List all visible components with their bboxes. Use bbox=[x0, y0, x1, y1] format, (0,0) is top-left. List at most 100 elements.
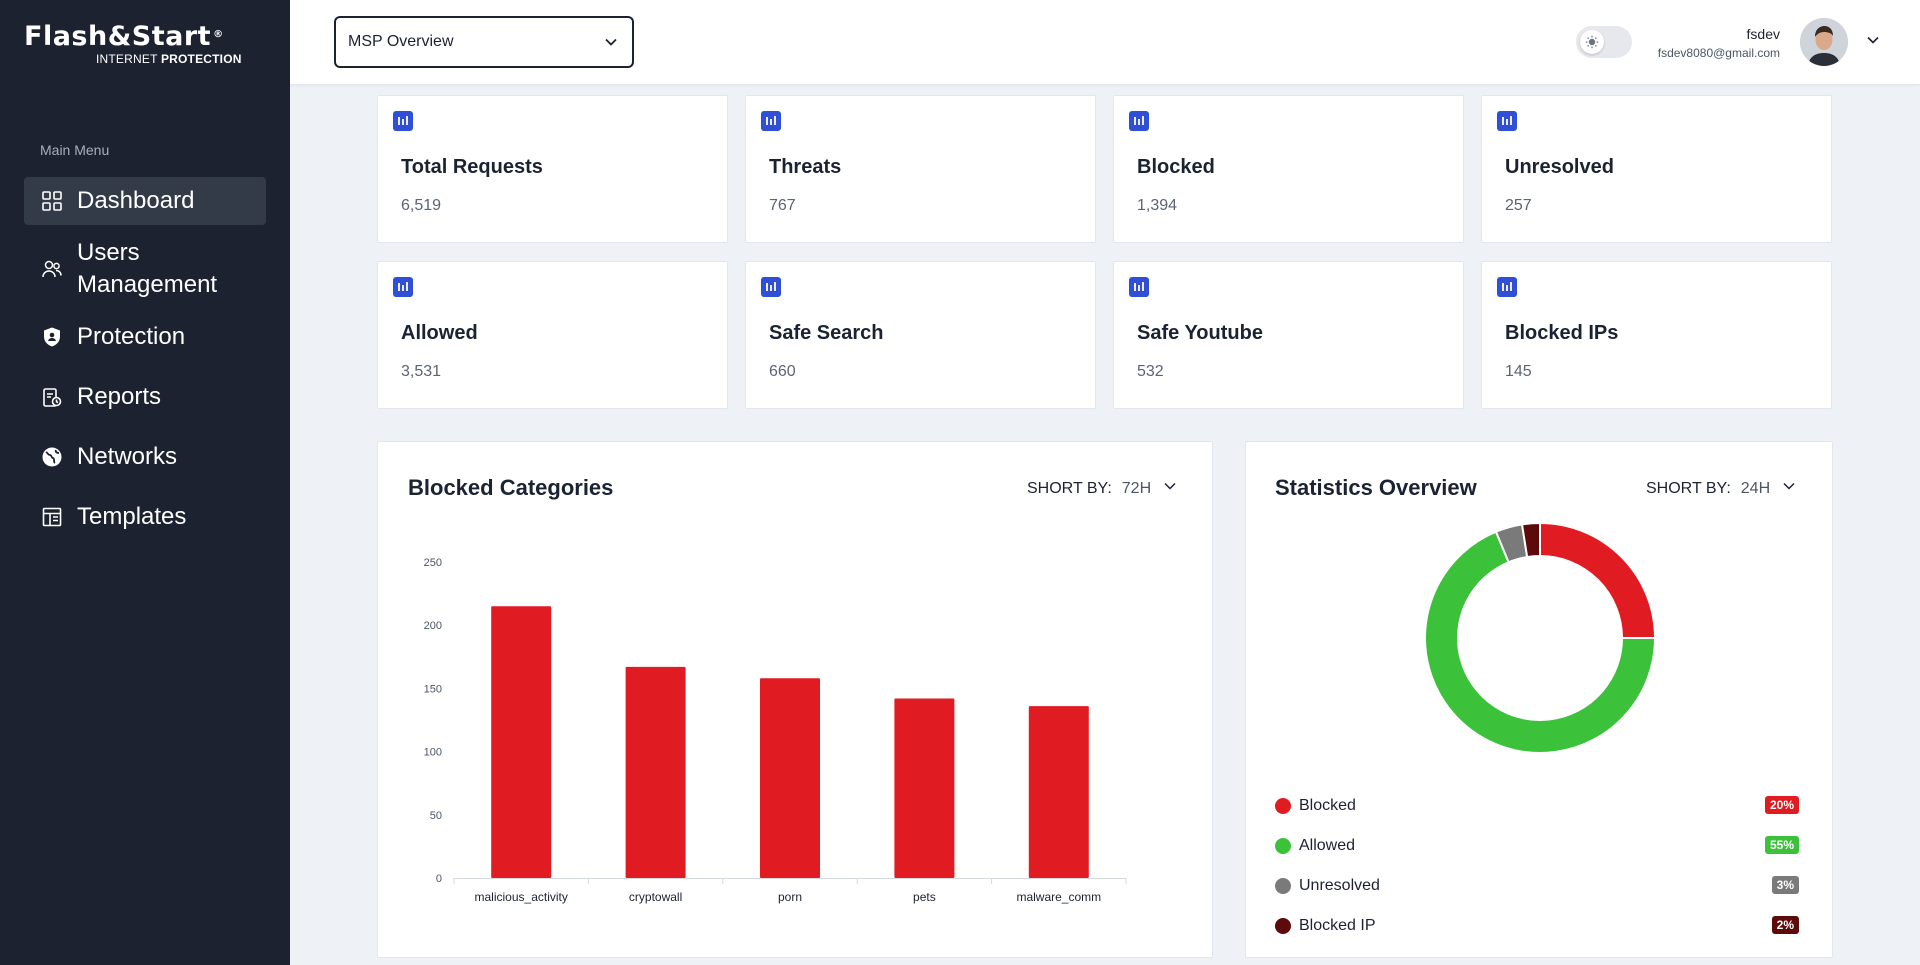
blocked-categories-chart: 0 50 100 150 200 250 malicious_activity cryptow… bbox=[424, 557, 1127, 904]
legend-dot bbox=[1275, 838, 1291, 854]
stat-value: 532 bbox=[1137, 363, 1164, 380]
bar-cryptowall[interactable] bbox=[625, 666, 686, 878]
legend-percent-badge: 3% bbox=[1771, 876, 1799, 894]
logo-wordmark: Flash&Start ® bbox=[24, 21, 224, 52]
chevron-down-icon bbox=[1782, 479, 1796, 498]
stat-title: Blocked IPs bbox=[1505, 322, 1619, 344]
chevron-down-icon bbox=[604, 35, 618, 54]
sidebar-item-label: Templates bbox=[77, 503, 187, 530]
y-tick-label: 100 bbox=[424, 747, 442, 759]
stat-title: Unresolved bbox=[1505, 156, 1614, 178]
y-tick-label: 0 bbox=[436, 873, 442, 885]
stat-card-blocked-ips[interactable]: Blocked IPs 145 bbox=[1481, 261, 1832, 409]
legend-percent-badge: 2% bbox=[1771, 916, 1799, 934]
stat-value: 1,394 bbox=[1137, 197, 1178, 214]
legend-label: Allowed bbox=[1299, 837, 1356, 854]
main-nav: Dashboard Users Management Protection Re… bbox=[24, 177, 266, 553]
stat-title: Safe Youtube bbox=[1137, 322, 1263, 344]
user-email: fsdev8080@gmail.com bbox=[1657, 46, 1780, 60]
stat-card-blocked[interactable]: Blocked 1,394 bbox=[1113, 95, 1464, 243]
chevron-down-icon[interactable] bbox=[1866, 33, 1880, 52]
bar-chart-icon bbox=[393, 111, 413, 131]
stat-title: Threats bbox=[769, 156, 842, 178]
y-tick-label: 150 bbox=[424, 683, 442, 695]
legend-item-unresolved: Unresolved 3% bbox=[1275, 874, 1799, 898]
blocked-categories-panel: Blocked Categories SHORT BY: 72H 0 50 100 1… bbox=[377, 441, 1213, 958]
view-selector[interactable]: MSP Overview bbox=[334, 16, 634, 68]
bar-chart-icon bbox=[1129, 111, 1149, 131]
stat-card-allowed[interactable]: Allowed 3,531 bbox=[377, 261, 728, 409]
sort-by-dropdown[interactable]: SHORT BY: 24H bbox=[1646, 479, 1796, 498]
sort-by-value: 24H bbox=[1740, 479, 1771, 497]
statistics-donut-chart bbox=[1424, 521, 1657, 754]
sidebar-item-label: Users Management bbox=[77, 239, 218, 298]
stat-value: 3,531 bbox=[401, 363, 442, 380]
legend-dot bbox=[1275, 798, 1291, 814]
template-icon bbox=[41, 506, 63, 528]
x-tick-label: malicious_activity bbox=[475, 890, 568, 904]
bar-malware_comm[interactable] bbox=[1028, 706, 1089, 878]
stat-card-total-requests[interactable]: Total Requests 6,519 bbox=[377, 95, 728, 243]
x-tick-label: porn bbox=[778, 890, 802, 904]
donut-slice-blocked[interactable] bbox=[1539, 521, 1657, 639]
sidebar-item-protection[interactable]: Protection bbox=[24, 313, 266, 361]
x-tick-label: pets bbox=[913, 890, 936, 904]
sort-by-label: SHORT BY: bbox=[1646, 479, 1731, 497]
view-selector-value: MSP Overview bbox=[348, 33, 454, 50]
legend-label: Blocked bbox=[1299, 797, 1356, 814]
sidebar-item-dashboard[interactable]: Dashboard bbox=[24, 177, 266, 225]
logo-tagline: INTERNET PROTECTION bbox=[96, 52, 242, 66]
legend-percent-badge: 55% bbox=[1764, 836, 1799, 854]
brand-logo[interactable]: Flash&Start ® INTERNET PROTECTION bbox=[24, 22, 264, 72]
sidebar-item-label: Dashboard bbox=[77, 187, 195, 214]
stat-value: 767 bbox=[769, 197, 796, 214]
bar-chart-icon bbox=[393, 277, 413, 297]
sidebar-item-reports[interactable]: Reports bbox=[24, 373, 266, 421]
sidebar-item-label: Protection bbox=[77, 323, 186, 350]
stat-value: 660 bbox=[769, 363, 796, 380]
sidebar-item-networks[interactable]: Networks bbox=[24, 433, 266, 481]
stat-value: 6,519 bbox=[401, 197, 442, 214]
stat-value: 257 bbox=[1505, 197, 1532, 214]
bar-pets[interactable] bbox=[894, 698, 955, 878]
stat-title: Blocked bbox=[1137, 156, 1215, 178]
bar-malicious_activity[interactable] bbox=[491, 606, 552, 878]
theme-toggle[interactable] bbox=[1576, 26, 1632, 58]
bar-chart-icon bbox=[761, 111, 781, 131]
bar-chart-icon bbox=[1497, 277, 1517, 297]
avatar[interactable] bbox=[1800, 18, 1848, 66]
globe-icon bbox=[41, 446, 63, 468]
panel-title: Statistics Overview bbox=[1275, 475, 1477, 500]
top-bar: MSP Overview fsdev fsdev8080@gmail.com bbox=[290, 0, 1920, 84]
sidebar-item-label: Reports bbox=[77, 383, 162, 410]
legend-item-blocked: Blocked 20% bbox=[1275, 794, 1799, 818]
users-icon bbox=[41, 258, 63, 280]
shield-icon bbox=[41, 326, 63, 348]
legend-item-blocked-ip: Blocked IP 2% bbox=[1275, 914, 1799, 938]
legend-percent-badge: 20% bbox=[1764, 796, 1799, 814]
y-tick-label: 250 bbox=[424, 557, 442, 569]
stat-title: Total Requests bbox=[401, 156, 543, 178]
x-tick-label: cryptowall bbox=[629, 890, 682, 904]
y-tick-label: 200 bbox=[424, 620, 442, 632]
user-name: fsdev bbox=[1746, 26, 1780, 42]
bar-porn[interactable] bbox=[760, 678, 820, 878]
stat-title: Allowed bbox=[401, 322, 478, 344]
sidebar-item-label: Networks bbox=[77, 443, 178, 470]
bar-chart-icon bbox=[761, 277, 781, 297]
stat-card-threats[interactable]: Threats 767 bbox=[745, 95, 1096, 243]
stat-card-safe-youtube[interactable]: Safe Youtube 532 bbox=[1113, 261, 1464, 409]
sidebar-item-templates[interactable]: Templates bbox=[24, 493, 266, 541]
sidebar-item-users-management[interactable]: Users Management bbox=[24, 237, 266, 301]
menu-heading: Main Menu bbox=[40, 142, 110, 158]
sun-icon bbox=[1580, 30, 1604, 54]
bar-chart-icon bbox=[1497, 111, 1517, 131]
legend-item-allowed: Allowed 55% bbox=[1275, 834, 1799, 858]
legend-dot bbox=[1275, 878, 1291, 894]
stat-title: Safe Search bbox=[769, 322, 884, 344]
stat-card-safe-search[interactable]: Safe Search 660 bbox=[745, 261, 1096, 409]
sidebar: Flash&Start ® INTERNET PROTECTION Main Me… bbox=[0, 0, 290, 965]
stat-value: 145 bbox=[1505, 363, 1532, 380]
bar-chart-icon bbox=[1129, 277, 1149, 297]
stat-card-unresolved[interactable]: Unresolved 257 bbox=[1481, 95, 1832, 243]
